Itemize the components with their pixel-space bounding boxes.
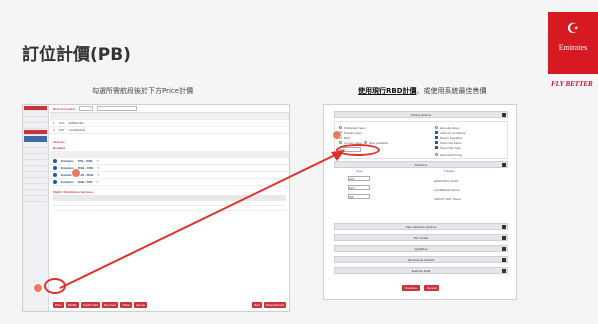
slide: 訂位計價(PB) 勾選所需航段後於下方Price計價 使用現行RBD計價、或使用… <box>0 0 598 324</box>
step-marker <box>71 168 81 178</box>
current-class-highlight-ring <box>336 144 380 156</box>
step-marker <box>332 130 342 140</box>
arrow-line <box>59 154 336 289</box>
annotation-arrow <box>59 150 345 289</box>
step-marker <box>33 283 43 293</box>
price-highlight-ring <box>44 278 66 294</box>
